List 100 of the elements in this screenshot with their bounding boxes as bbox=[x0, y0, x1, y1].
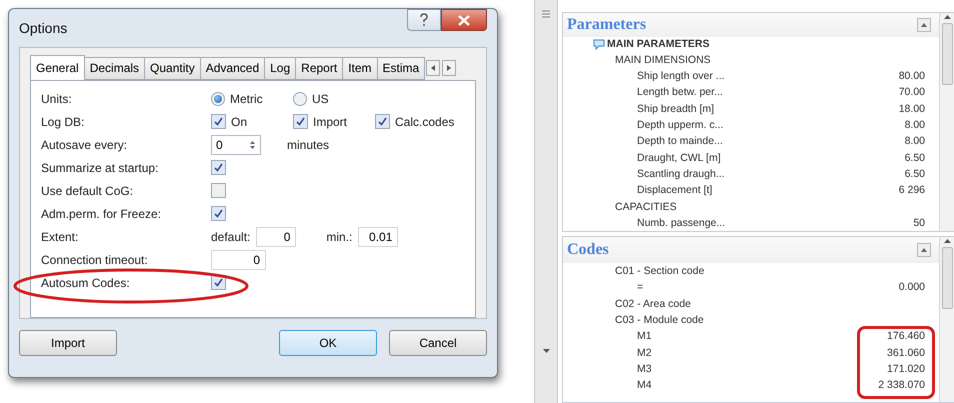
value-text: 6.50 bbox=[904, 168, 925, 180]
input-field[interactable]: 0.01 bbox=[358, 226, 398, 246]
down-arrow-icon bbox=[542, 349, 550, 353]
checkbox[interactable] bbox=[211, 114, 226, 129]
tree-item[interactable]: C01 - Section code bbox=[615, 265, 704, 278]
field-label: default: bbox=[211, 230, 250, 244]
radio-button[interactable] bbox=[293, 92, 307, 106]
question-icon bbox=[419, 13, 429, 27]
tab[interactable]: General bbox=[30, 55, 85, 80]
checkbox[interactable] bbox=[375, 114, 390, 129]
tree-item[interactable]: Depth to mainde... bbox=[637, 135, 723, 148]
checkbox[interactable] bbox=[211, 183, 226, 198]
up-arrow-icon bbox=[921, 22, 927, 27]
dialog-button[interactable]: OK bbox=[279, 330, 377, 356]
option-label: Use default CoG: bbox=[41, 184, 134, 198]
tab[interactable]: Decimals bbox=[84, 57, 146, 80]
radio-label: Metric bbox=[230, 92, 263, 106]
tree-item[interactable]: Depth upperm. c... bbox=[637, 119, 724, 132]
side-scrollbar[interactable] bbox=[534, 0, 558, 403]
value-text: 70.00 bbox=[898, 86, 925, 98]
checkmark-icon bbox=[213, 162, 224, 173]
tree-item[interactable]: Draught, CWL [m] bbox=[637, 152, 721, 164]
right-arrow-icon bbox=[447, 65, 452, 71]
radio-button[interactable] bbox=[211, 92, 225, 106]
dialog-button[interactable]: Import bbox=[19, 330, 117, 356]
scroll-right-button[interactable] bbox=[442, 60, 456, 76]
option-label: Autosave every: bbox=[41, 138, 128, 152]
tab[interactable]: Item bbox=[342, 57, 378, 80]
tree-item[interactable]: Ship length over ... bbox=[637, 70, 725, 82]
value-text: 50 bbox=[913, 216, 925, 229]
value-text: 176.460 bbox=[887, 330, 925, 342]
tree-item[interactable]: M1 bbox=[637, 330, 652, 342]
option-label: Autosum Codes: bbox=[41, 276, 131, 290]
option-label: Log DB: bbox=[41, 114, 86, 128]
tab[interactable]: Advanced bbox=[200, 57, 266, 80]
checkmark-icon bbox=[213, 277, 224, 288]
tree-item[interactable]: M3 bbox=[637, 362, 652, 375]
close-icon bbox=[458, 14, 470, 26]
scroll-left-button[interactable] bbox=[426, 60, 440, 76]
up-arrow-icon bbox=[944, 15, 950, 19]
collapse-button[interactable] bbox=[917, 18, 931, 32]
help-button[interactable] bbox=[407, 9, 441, 31]
tree-item[interactable]: Length betw. per... bbox=[637, 86, 723, 98]
tree-item[interactable]: Ship breadth [m] bbox=[637, 102, 714, 115]
input-field[interactable]: 0 bbox=[211, 250, 266, 270]
grip-icon bbox=[542, 10, 550, 18]
checkbox[interactable] bbox=[293, 114, 308, 129]
scrollbar[interactable] bbox=[939, 13, 954, 231]
option-label: Adm.perm. for Freeze: bbox=[41, 206, 162, 220]
tree-item[interactable]: MAIN PARAMETERS bbox=[593, 38, 710, 50]
scroll-thumb[interactable] bbox=[942, 23, 952, 85]
value-text: 8.00 bbox=[904, 135, 925, 148]
panel-title: Parameters bbox=[567, 16, 646, 34]
checkmark-icon bbox=[213, 208, 224, 219]
checkbox[interactable] bbox=[211, 160, 226, 175]
option-label: Extent: bbox=[41, 230, 80, 244]
checkbox-label: Calc.codes bbox=[395, 114, 454, 128]
left-arrow-icon bbox=[431, 65, 436, 71]
spinner-arrows-icon[interactable] bbox=[249, 140, 256, 150]
collapse-button[interactable] bbox=[917, 243, 931, 257]
tab[interactable]: Estima bbox=[376, 57, 426, 80]
checkmark-icon bbox=[213, 116, 224, 127]
tree-item[interactable]: MAIN DIMENSIONS bbox=[615, 54, 711, 66]
checkmark-icon bbox=[377, 116, 388, 127]
value-text: 6 296 bbox=[898, 184, 925, 196]
value-text: 2 338.070 bbox=[878, 379, 925, 392]
field-label: min.: bbox=[326, 230, 352, 244]
comment-icon bbox=[593, 38, 605, 50]
tab[interactable]: Report bbox=[295, 57, 344, 80]
tree-item[interactable]: CAPACITIES bbox=[615, 200, 677, 213]
tree-item[interactable]: M2 bbox=[637, 346, 652, 359]
tree-item[interactable]: C03 - Module code bbox=[615, 314, 704, 326]
tree-item[interactable]: Scantling draugh... bbox=[637, 168, 725, 180]
spin-field[interactable]: 0 bbox=[211, 134, 261, 154]
value-text: 18.00 bbox=[898, 102, 925, 115]
value-text: 361.060 bbox=[887, 346, 925, 359]
window-title: Options bbox=[19, 20, 68, 36]
scrollbar[interactable] bbox=[939, 237, 954, 402]
tab[interactable]: Quantity bbox=[144, 57, 201, 80]
up-arrow-icon bbox=[921, 248, 927, 252]
tab[interactable]: Log bbox=[264, 57, 296, 80]
dialog-button[interactable]: Cancel bbox=[389, 330, 487, 356]
close-button[interactable] bbox=[441, 9, 487, 31]
checkbox-label: Import bbox=[313, 114, 348, 128]
checkbox[interactable] bbox=[211, 206, 226, 221]
tree-item[interactable]: Displacement [t] bbox=[637, 184, 712, 196]
scroll-thumb[interactable] bbox=[942, 247, 952, 309]
input-field[interactable]: 0 bbox=[256, 226, 296, 246]
option-label: Connection timeout: bbox=[41, 252, 149, 266]
tree-item[interactable]: M4 bbox=[637, 379, 652, 392]
tree-item[interactable]: C02 - Area code bbox=[615, 298, 691, 310]
option-label: Units: bbox=[41, 92, 73, 106]
tree-item[interactable]: = bbox=[637, 281, 644, 294]
value-text: 0.000 bbox=[898, 281, 925, 294]
value-text: 80.00 bbox=[898, 70, 925, 82]
value-text: 6.50 bbox=[904, 152, 925, 164]
unit-label: minutes bbox=[287, 138, 330, 152]
checkmark-icon bbox=[295, 116, 306, 127]
tree-item[interactable]: Numb. passenge... bbox=[637, 216, 726, 229]
value-text: 8.00 bbox=[904, 119, 925, 132]
